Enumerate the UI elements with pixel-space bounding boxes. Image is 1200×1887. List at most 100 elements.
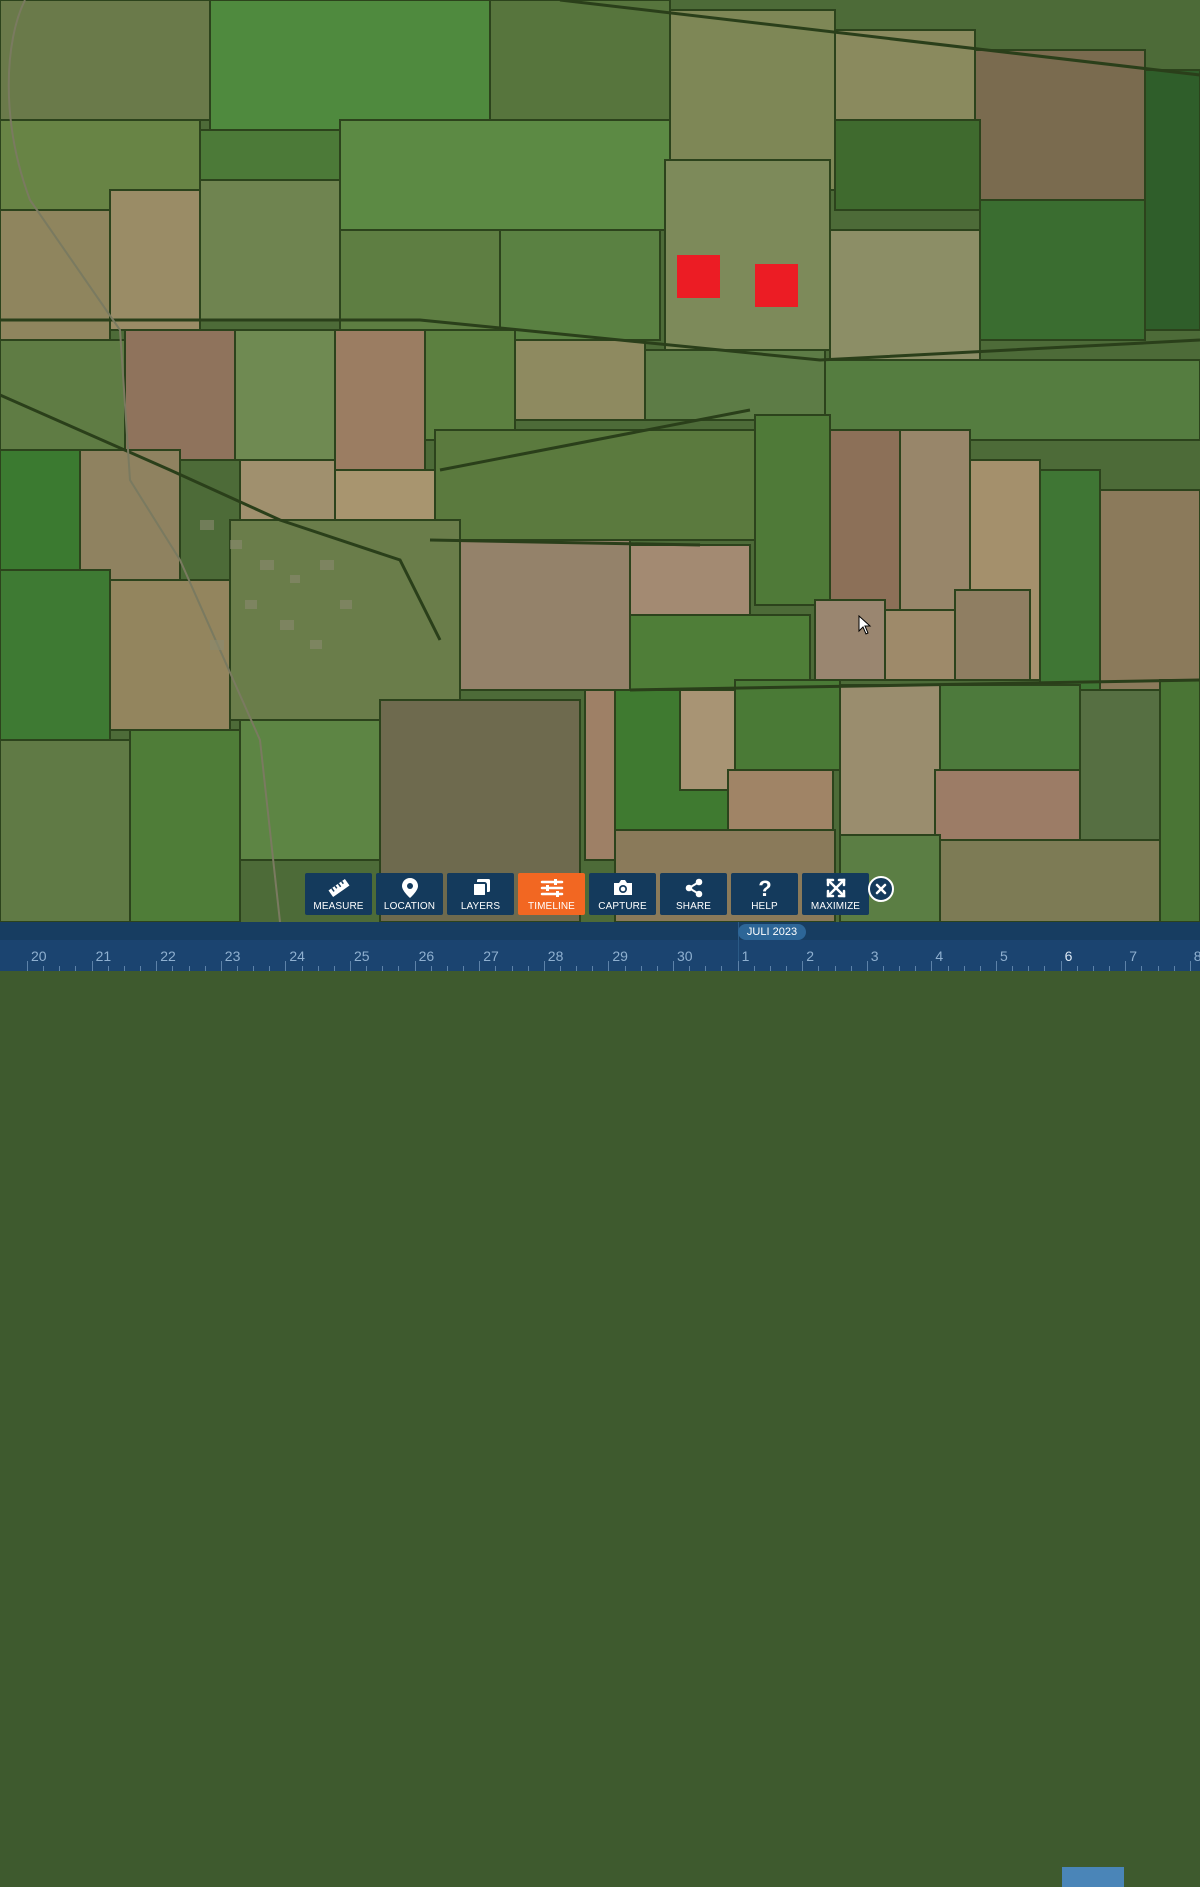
map-marker-2[interactable] [755,264,798,307]
timeline-minor-tick [899,966,901,971]
timeline-minor-tick [75,966,77,971]
timeline-minor-tick [43,966,45,971]
timeline-day[interactable]: 24 [289,948,305,964]
help-label: HELP [751,901,778,912]
timeline-tick [1189,961,1191,971]
timeline-day[interactable]: 6 [1065,948,1073,964]
timeline-minor-tick [253,966,255,971]
timeline-minor-tick [559,966,561,971]
maximize-label: MAXIMIZE [810,901,861,912]
share-label: SHARE [676,901,711,912]
timeline-minor-tick [1157,966,1159,971]
capture-button[interactable]: CAPTURE [589,873,656,915]
timeline-minor-tick [107,966,109,971]
timeline-day[interactable]: 22 [160,948,176,964]
timeline-day[interactable]: 7 [1129,948,1137,964]
timeline-tick [866,961,868,971]
timeline-minor-tick [850,966,852,971]
timeline-day[interactable]: 28 [548,948,564,964]
timeline-tick [1125,961,1127,971]
layers-label: LAYERS [460,901,501,912]
mouse-cursor-icon [858,615,872,635]
timeline-minor-tick [979,966,981,971]
map-imagery [0,0,1200,922]
timeline-minor-tick [624,966,626,971]
timeline-minor-tick [947,966,949,971]
layers-button[interactable]: LAYERS [447,873,514,915]
measure-label: MEASURE [313,901,364,912]
camera-icon [613,880,632,895]
timeline-minor-tick [317,966,319,971]
timeline-tick [156,961,158,971]
capture-label: CAPTURE [598,901,647,912]
timeline-tick [220,961,222,971]
timeline-track[interactable] [0,940,1200,971]
timeline-day[interactable]: 26 [419,948,435,964]
timeline-month-label: JULI 2023 [738,924,806,940]
timeline-minor-tick [463,966,465,971]
timeline-minor-tick [592,966,594,971]
timeline-tick [608,961,610,971]
timeline-day[interactable]: 4 [935,948,943,964]
timeline-minor-tick [818,966,820,971]
timeline-minor-tick [172,966,174,971]
timeline-day[interactable]: 25 [354,948,370,964]
timeline-day[interactable]: 5 [1000,948,1008,964]
timeline-minor-tick [1141,966,1143,971]
timeline-tick [543,961,545,971]
timeline-minor-tick [123,966,125,971]
map-marker-1[interactable] [677,255,720,298]
timeline-day[interactable]: 2 [806,948,814,964]
timeline-day[interactable]: 27 [483,948,499,964]
timeline-minor-tick [495,966,497,971]
share-button[interactable]: SHARE [660,873,727,915]
timeline-minor-tick [705,966,707,971]
timeline-day[interactable]: 23 [225,948,241,964]
timeline-tick [91,961,93,971]
timeline-tick [673,961,674,971]
timeline-minor-tick [1173,966,1175,971]
timeline-bar[interactable]: 20 21 22 23 24 25 26 27 28 29 30 1 2 3 4 5 6 7 8 [0,922,1200,1887]
timeline-tick [350,961,351,971]
timeline-minor-tick [511,966,513,971]
timeline-minor-tick [640,966,642,971]
timeline-day[interactable]: 8 [1194,948,1200,964]
timeline-tick [479,961,481,971]
timeline-minor-tick [59,966,61,971]
map-pin-icon [401,878,418,898]
share-icon [685,878,702,898]
timeline-minor-tick [301,966,303,971]
timeline-minor-tick [1028,966,1030,971]
timeline-tick [737,961,739,971]
map-toolbar: MEASURE LOCATION LAYERS TIMELINE CAPTURE… [305,873,869,915]
close-toolbar-button[interactable] [868,876,894,902]
timeline-day[interactable]: 1 [742,948,750,964]
timeline-day[interactable]: 3 [871,948,879,964]
timeline-day[interactable]: 29 [612,948,628,964]
timeline-minor-tick [140,966,142,971]
close-icon [875,883,887,895]
timeline-minor-tick [366,966,368,971]
timeline-minor-tick [236,966,238,971]
maximize-button[interactable]: MAXIMIZE [802,873,869,915]
timeline-button[interactable]: TIMELINE [518,873,585,915]
timeline-day[interactable]: 21 [96,948,112,964]
ruler-icon [328,878,349,898]
location-button[interactable]: LOCATION [376,873,443,915]
timeline-tick [285,961,287,971]
timeline-label: TIMELINE [528,901,575,912]
timeline-day[interactable]: 20 [31,948,47,964]
timeline-minor-tick [1092,966,1094,971]
timeline-minor-tick [915,966,917,971]
layers-icon [471,879,490,897]
timeline-tick [27,961,28,971]
measure-button[interactable]: MEASURE [305,873,372,915]
location-label: LOCATION [383,901,436,912]
timeline-minor-tick [721,966,723,971]
timeline-day[interactable]: 30 [677,948,693,964]
timeline-minor-tick [1109,966,1111,971]
timeline-minor-tick [398,966,400,971]
help-button[interactable]: ? HELP [731,873,798,915]
satellite-map[interactable] [0,0,1200,922]
timeline-selected-range[interactable] [1062,1867,1124,1887]
